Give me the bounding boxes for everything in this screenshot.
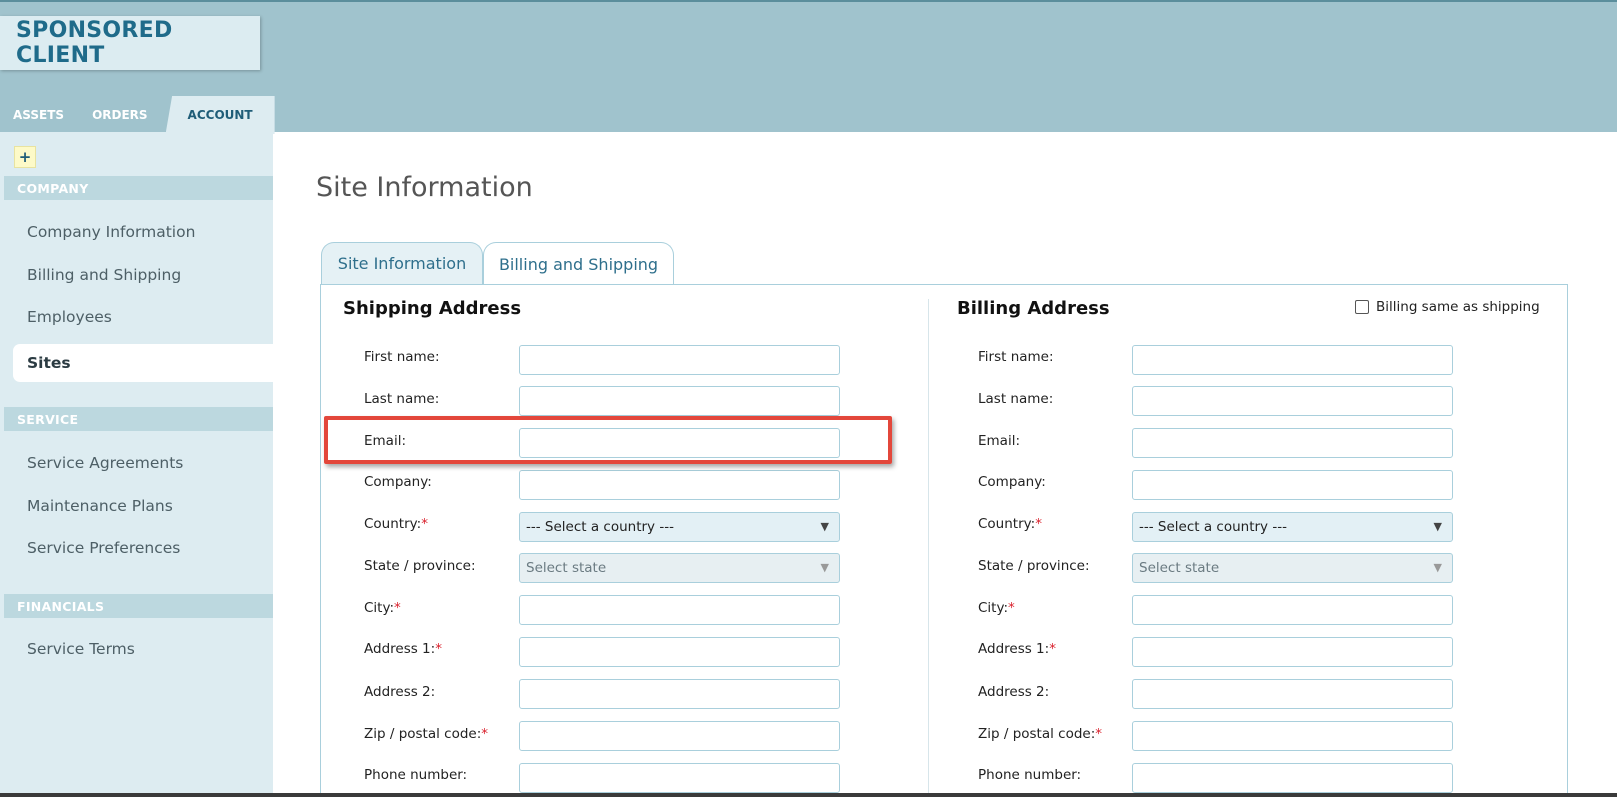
sidebar-item-sites[interactable]: Sites [13,344,273,382]
billing-address2-label: Address 2: [978,684,1050,700]
page-title: Site Information [316,172,533,203]
sidebar-item-maintenance-plans[interactable]: Maintenance Plans [13,487,273,525]
billing-last-name-label: Last name: [978,391,1054,407]
shipping-first-name-label: First name: [364,349,440,365]
shipping-address1-label-text: Address 1: [364,641,436,657]
shipping-address1-label: Address 1:* [364,641,442,657]
tab-assets[interactable]: ASSETS [0,96,78,134]
billing-phone-label: Phone number: [978,767,1082,783]
billing-address2-input[interactable] [1132,679,1453,709]
billing-same-label: Billing same as shipping [1376,299,1540,315]
add-button[interactable]: + [14,146,36,168]
bottom-edge [0,793,1617,797]
shipping-address-title: Shipping Address [343,298,522,319]
billing-same-checkbox[interactable] [1355,300,1369,314]
sidebar-item-employees[interactable]: Employees [13,298,273,336]
shipping-zip-label-text: Zip / postal code: [364,726,482,742]
sidebar-section-company: COMPANY [4,176,273,200]
billing-city-label: City:* [978,600,1015,616]
shipping-company-label: Company: [364,474,432,490]
sidebar-section-service: SERVICE [4,407,273,431]
shipping-country-label-text: Country: [364,516,422,532]
shipping-phone-input[interactable] [519,763,840,793]
billing-country-label: Country:* [978,516,1042,532]
shipping-zip-label: Zip / postal code:* [364,726,488,742]
sidebar-item-company-information[interactable]: Company Information [13,213,273,251]
billing-zip-label: Zip / postal code:* [978,726,1102,742]
shipping-state-select[interactable]: Select state ▼ [519,553,840,583]
tab-billing-and-shipping[interactable]: Billing and Shipping [483,242,674,285]
billing-city-label-text: City: [978,600,1009,616]
required-marker: * [435,641,442,657]
billing-last-name-input[interactable] [1132,386,1453,416]
shipping-country-value: --- Select a country --- [526,519,674,535]
sidebar-item-service-agreements[interactable]: Service Agreements [13,444,273,482]
billing-company-label: Company: [978,474,1046,490]
billing-city-input[interactable] [1132,595,1453,625]
billing-first-name-label: First name: [978,349,1054,365]
tab-account[interactable]: ACCOUNT [165,96,275,134]
shipping-first-name-input[interactable] [519,345,840,375]
main-nav-tabs: ASSETS ORDERS ACCOUNT [0,96,275,134]
billing-address1-label: Address 1:* [978,641,1056,657]
shipping-address1-input[interactable] [519,637,840,667]
chevron-down-icon: ▼ [820,561,829,574]
shipping-country-select[interactable]: --- Select a country --- ▼ [519,512,840,542]
sidebar-item-service-terms[interactable]: Service Terms [13,630,273,668]
shipping-state-value: Select state [526,560,607,576]
shipping-email-label: Email: [364,433,407,449]
shipping-company-input[interactable] [519,470,840,500]
sidebar-item-billing-and-shipping[interactable]: Billing and Shipping [13,256,273,294]
billing-country-label-text: Country: [978,516,1036,532]
tab-orders[interactable]: ORDERS [78,96,161,134]
sidebar-section-financials: FINANCIALS [4,594,273,618]
shipping-address2-input[interactable] [519,679,840,709]
required-marker: * [394,600,401,616]
required-marker: * [1095,726,1103,742]
required-marker: * [1035,516,1042,532]
billing-company-input[interactable] [1132,470,1453,500]
billing-country-value: --- Select a country --- [1139,519,1287,535]
app-header: SPONSORED CLIENT ASSETS ORDERS ACCOUNT [0,0,1617,134]
shipping-phone-label: Phone number: [364,767,468,783]
required-marker: * [481,726,489,742]
billing-phone-input[interactable] [1132,763,1453,793]
billing-zip-input[interactable] [1132,721,1453,751]
chevron-down-icon: ▼ [1433,520,1442,533]
required-marker: * [1008,600,1015,616]
billing-address-title: Billing Address [957,298,1110,319]
shipping-address2-label: Address 2: [364,684,436,700]
sidebar-item-service-preferences[interactable]: Service Preferences [13,529,273,567]
shipping-city-label-text: City: [364,600,395,616]
brand-logo[interactable]: SPONSORED CLIENT [0,16,260,70]
billing-address1-input[interactable] [1132,637,1453,667]
shipping-last-name-input[interactable] [519,386,840,416]
shipping-country-label: Country:* [364,516,428,532]
billing-country-select[interactable]: --- Select a country --- ▼ [1132,512,1453,542]
billing-state-select[interactable]: Select state ▼ [1132,553,1453,583]
brand-title: SPONSORED CLIENT [16,18,173,68]
billing-address1-label-text: Address 1: [978,641,1050,657]
billing-state-label: State / province: [978,558,1090,574]
billing-zip-label-text: Zip / postal code: [978,726,1096,742]
shipping-zip-input[interactable] [519,721,840,751]
required-marker: * [421,516,428,532]
shipping-last-name-label: Last name: [364,391,440,407]
billing-same-as-shipping[interactable]: Billing same as shipping [1355,299,1540,315]
shipping-email-input[interactable] [519,428,840,458]
shipping-state-label: State / province: [364,558,476,574]
required-marker: * [1049,641,1056,657]
tab-site-information[interactable]: Site Information [321,242,483,284]
sidebar: + COMPANY Company Information Billing an… [0,132,273,797]
billing-state-value: Select state [1139,560,1220,576]
chevron-down-icon: ▼ [1433,561,1442,574]
shipping-city-label: City:* [364,600,401,616]
chevron-down-icon: ▼ [820,520,829,533]
billing-email-label: Email: [978,433,1021,449]
column-divider [928,299,929,797]
shipping-city-input[interactable] [519,595,840,625]
billing-first-name-input[interactable] [1132,345,1453,375]
billing-email-input[interactable] [1132,428,1453,458]
